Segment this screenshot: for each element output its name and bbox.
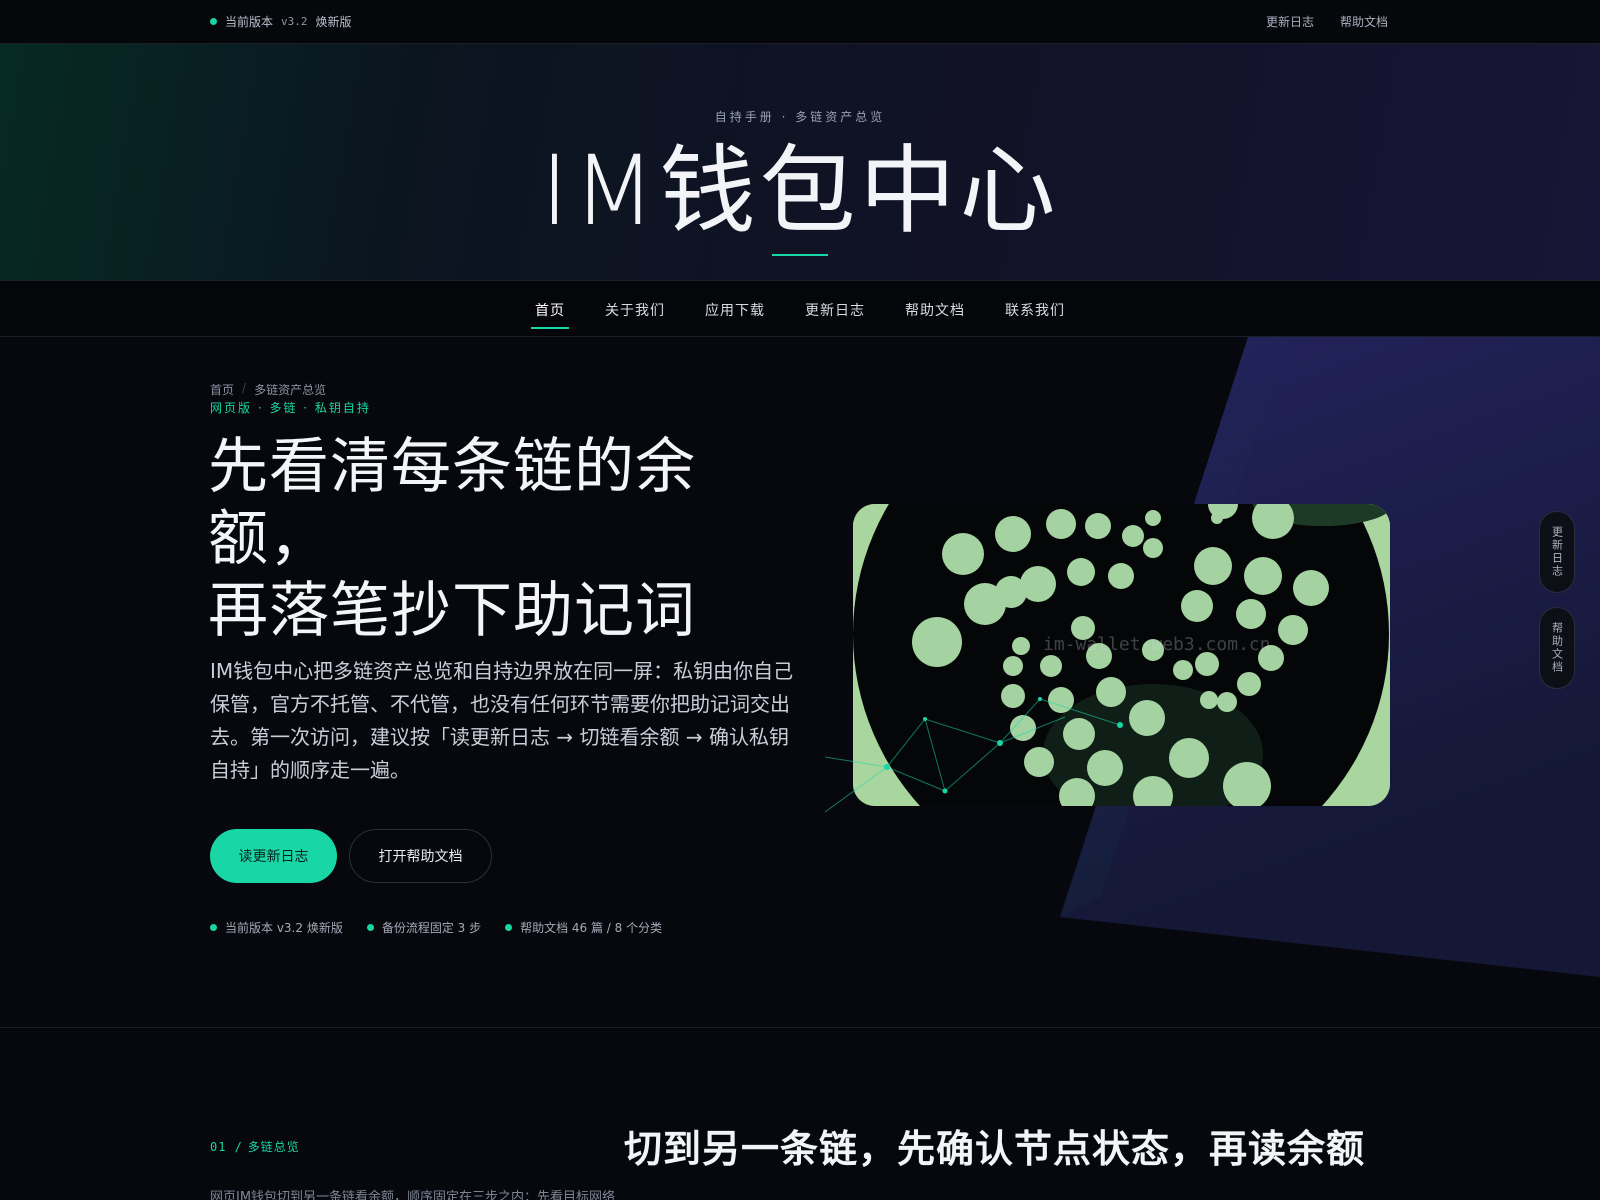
pattern-dot [1236, 599, 1266, 629]
rail-changelog[interactable]: 更新日志 [1539, 511, 1575, 593]
section-title: 切到另一条链，先确认节点状态，再读余额 [624, 1127, 1366, 1171]
stat-backup-text: 备份流程固定 3 步 [381, 921, 482, 935]
version-number: v3.2 [281, 15, 308, 28]
dot-pattern-illustration: im-wallet-web3.com.cn [853, 504, 1390, 806]
pattern-dot [1195, 652, 1219, 676]
pattern-dot [1169, 738, 1209, 778]
pattern-dot [1040, 655, 1062, 677]
pattern-dot [1003, 656, 1023, 676]
pattern-dot [1173, 660, 1193, 680]
nav-item-contact[interactable]: 联系我们 [985, 281, 1085, 338]
pattern-dot [1020, 566, 1056, 602]
open-help-button[interactable]: 打开帮助文档 [349, 829, 492, 883]
section-label: 01 / 多链总览 [210, 1138, 300, 1155]
breadcrumb-current: 多链资产总览 [254, 383, 327, 397]
pattern-dot [1200, 691, 1218, 709]
pattern-dot [1194, 547, 1232, 585]
nav-item-help[interactable]: 帮助文档 [885, 281, 985, 338]
main-nav: 首页 关于我们 应用下载 更新日志 帮助文档 联系我们 [0, 280, 1600, 337]
pattern-dot [1024, 747, 1054, 777]
pattern-dot [1108, 563, 1134, 589]
section-label-text: 多链总览 [247, 1140, 300, 1154]
pattern-dot [1237, 672, 1261, 696]
banner-eyebrow: 自持手册 · 多链资产总览 [714, 110, 886, 124]
pattern-dot [1143, 538, 1163, 558]
pattern-dot [1001, 684, 1025, 708]
pattern-dot [995, 516, 1031, 552]
stat-docs: 帮助文档 46 篇 / 8 个分类 [505, 919, 662, 936]
pattern-dot [1012, 637, 1030, 655]
pattern-dot [1244, 557, 1282, 595]
version-info: 当前版本 v3.2 焕新版 [210, 13, 352, 30]
section-divider [0, 1027, 1600, 1028]
pattern-dot [1293, 570, 1329, 606]
version-label: 当前版本 [225, 15, 274, 29]
status-dot-icon [210, 18, 217, 25]
pattern-dot [1067, 558, 1095, 586]
pattern-dot [1087, 750, 1123, 786]
hero-stats: 当前版本 v3.2 焕新版 备份流程固定 3 步 帮助文档 46 篇 / 8 个… [210, 919, 662, 936]
title-underline [772, 254, 828, 256]
hero-tags: 网页版 · 多链 · 私钥自持 [210, 401, 371, 415]
version-name: 焕新版 [315, 15, 352, 29]
pattern-dot [1010, 715, 1036, 741]
top-link-help[interactable]: 帮助文档 [1340, 13, 1388, 30]
breadcrumb-home[interactable]: 首页 [210, 381, 234, 398]
site-banner: 自持手册 · 多链资产总览 IM钱包中心 [0, 44, 1600, 280]
stat-dot-icon [505, 924, 513, 931]
pattern-dot [912, 617, 962, 667]
read-changelog-button[interactable]: 读更新日志 [210, 829, 337, 883]
watermark-text: im-wallet-web3.com.cn [1043, 634, 1271, 655]
stat-docs-text: 帮助文档 46 篇 / 8 个分类 [520, 921, 663, 935]
section-text: 网页IM钱包切到另一条链看余额，顺序固定在三步之内：先看目标网络 [210, 1190, 616, 1200]
pattern-dot [1129, 700, 1165, 736]
stat-backup: 备份流程固定 3 步 [366, 919, 482, 936]
pattern-dot [1278, 615, 1308, 645]
hero-title-line2: 再落笔抄下助记词 [208, 576, 696, 646]
hero-section: 首页 / 多链资产总览 网页版 · 多链 · 私钥自持 先看清每条链的余额， 再… [0, 337, 1600, 1027]
top-link-changelog[interactable]: 更新日志 [1266, 13, 1314, 30]
hero-title-line1: 先看清每条链的余额， [208, 432, 696, 574]
breadcrumb-separator: / [242, 381, 247, 395]
stat-version: 当前版本 v3.2 焕新版 [210, 919, 343, 936]
hero-illustration: im-wallet-web3.com.cn [853, 504, 1390, 806]
pattern-dot [964, 583, 1006, 625]
pattern-dot [1122, 525, 1144, 547]
nav-item-download[interactable]: 应用下载 [685, 281, 785, 338]
section-number: 01 / [210, 1140, 243, 1154]
pattern-dot [1046, 509, 1076, 539]
top-bar: 当前版本 v3.2 焕新版 更新日志 帮助文档 [0, 0, 1600, 44]
pattern-dot [1145, 510, 1161, 526]
stat-version-text: 当前版本 v3.2 焕新版 [225, 921, 343, 935]
pattern-dot [942, 533, 984, 575]
nav-item-about[interactable]: 关于我们 [585, 281, 685, 338]
top-links: 更新日志 帮助文档 [1266, 13, 1388, 30]
hero-title: 先看清每条链的余额， 再落笔抄下助记词 [208, 431, 768, 647]
pattern-dot [1217, 692, 1237, 712]
rail-help[interactable]: 帮助文档 [1539, 607, 1575, 689]
nav-item-changelog[interactable]: 更新日志 [785, 281, 885, 338]
site-title: IM钱包中心 [540, 135, 1060, 247]
hero-lead: IM钱包中心把多链资产总览和自持边界放在同一屏：私钥由你自己保管，官方不托管、不… [210, 659, 794, 782]
pattern-dot [1063, 718, 1095, 750]
breadcrumb: 首页 / 多链资产总览 [210, 381, 326, 398]
pattern-dot [1048, 687, 1074, 713]
pattern-dot [1181, 590, 1213, 622]
stat-dot-icon [366, 924, 374, 931]
stat-dot-icon [210, 924, 217, 931]
nav-item-home[interactable]: 首页 [515, 281, 585, 338]
pattern-dot [1085, 513, 1111, 539]
pattern-dot [1096, 677, 1126, 707]
